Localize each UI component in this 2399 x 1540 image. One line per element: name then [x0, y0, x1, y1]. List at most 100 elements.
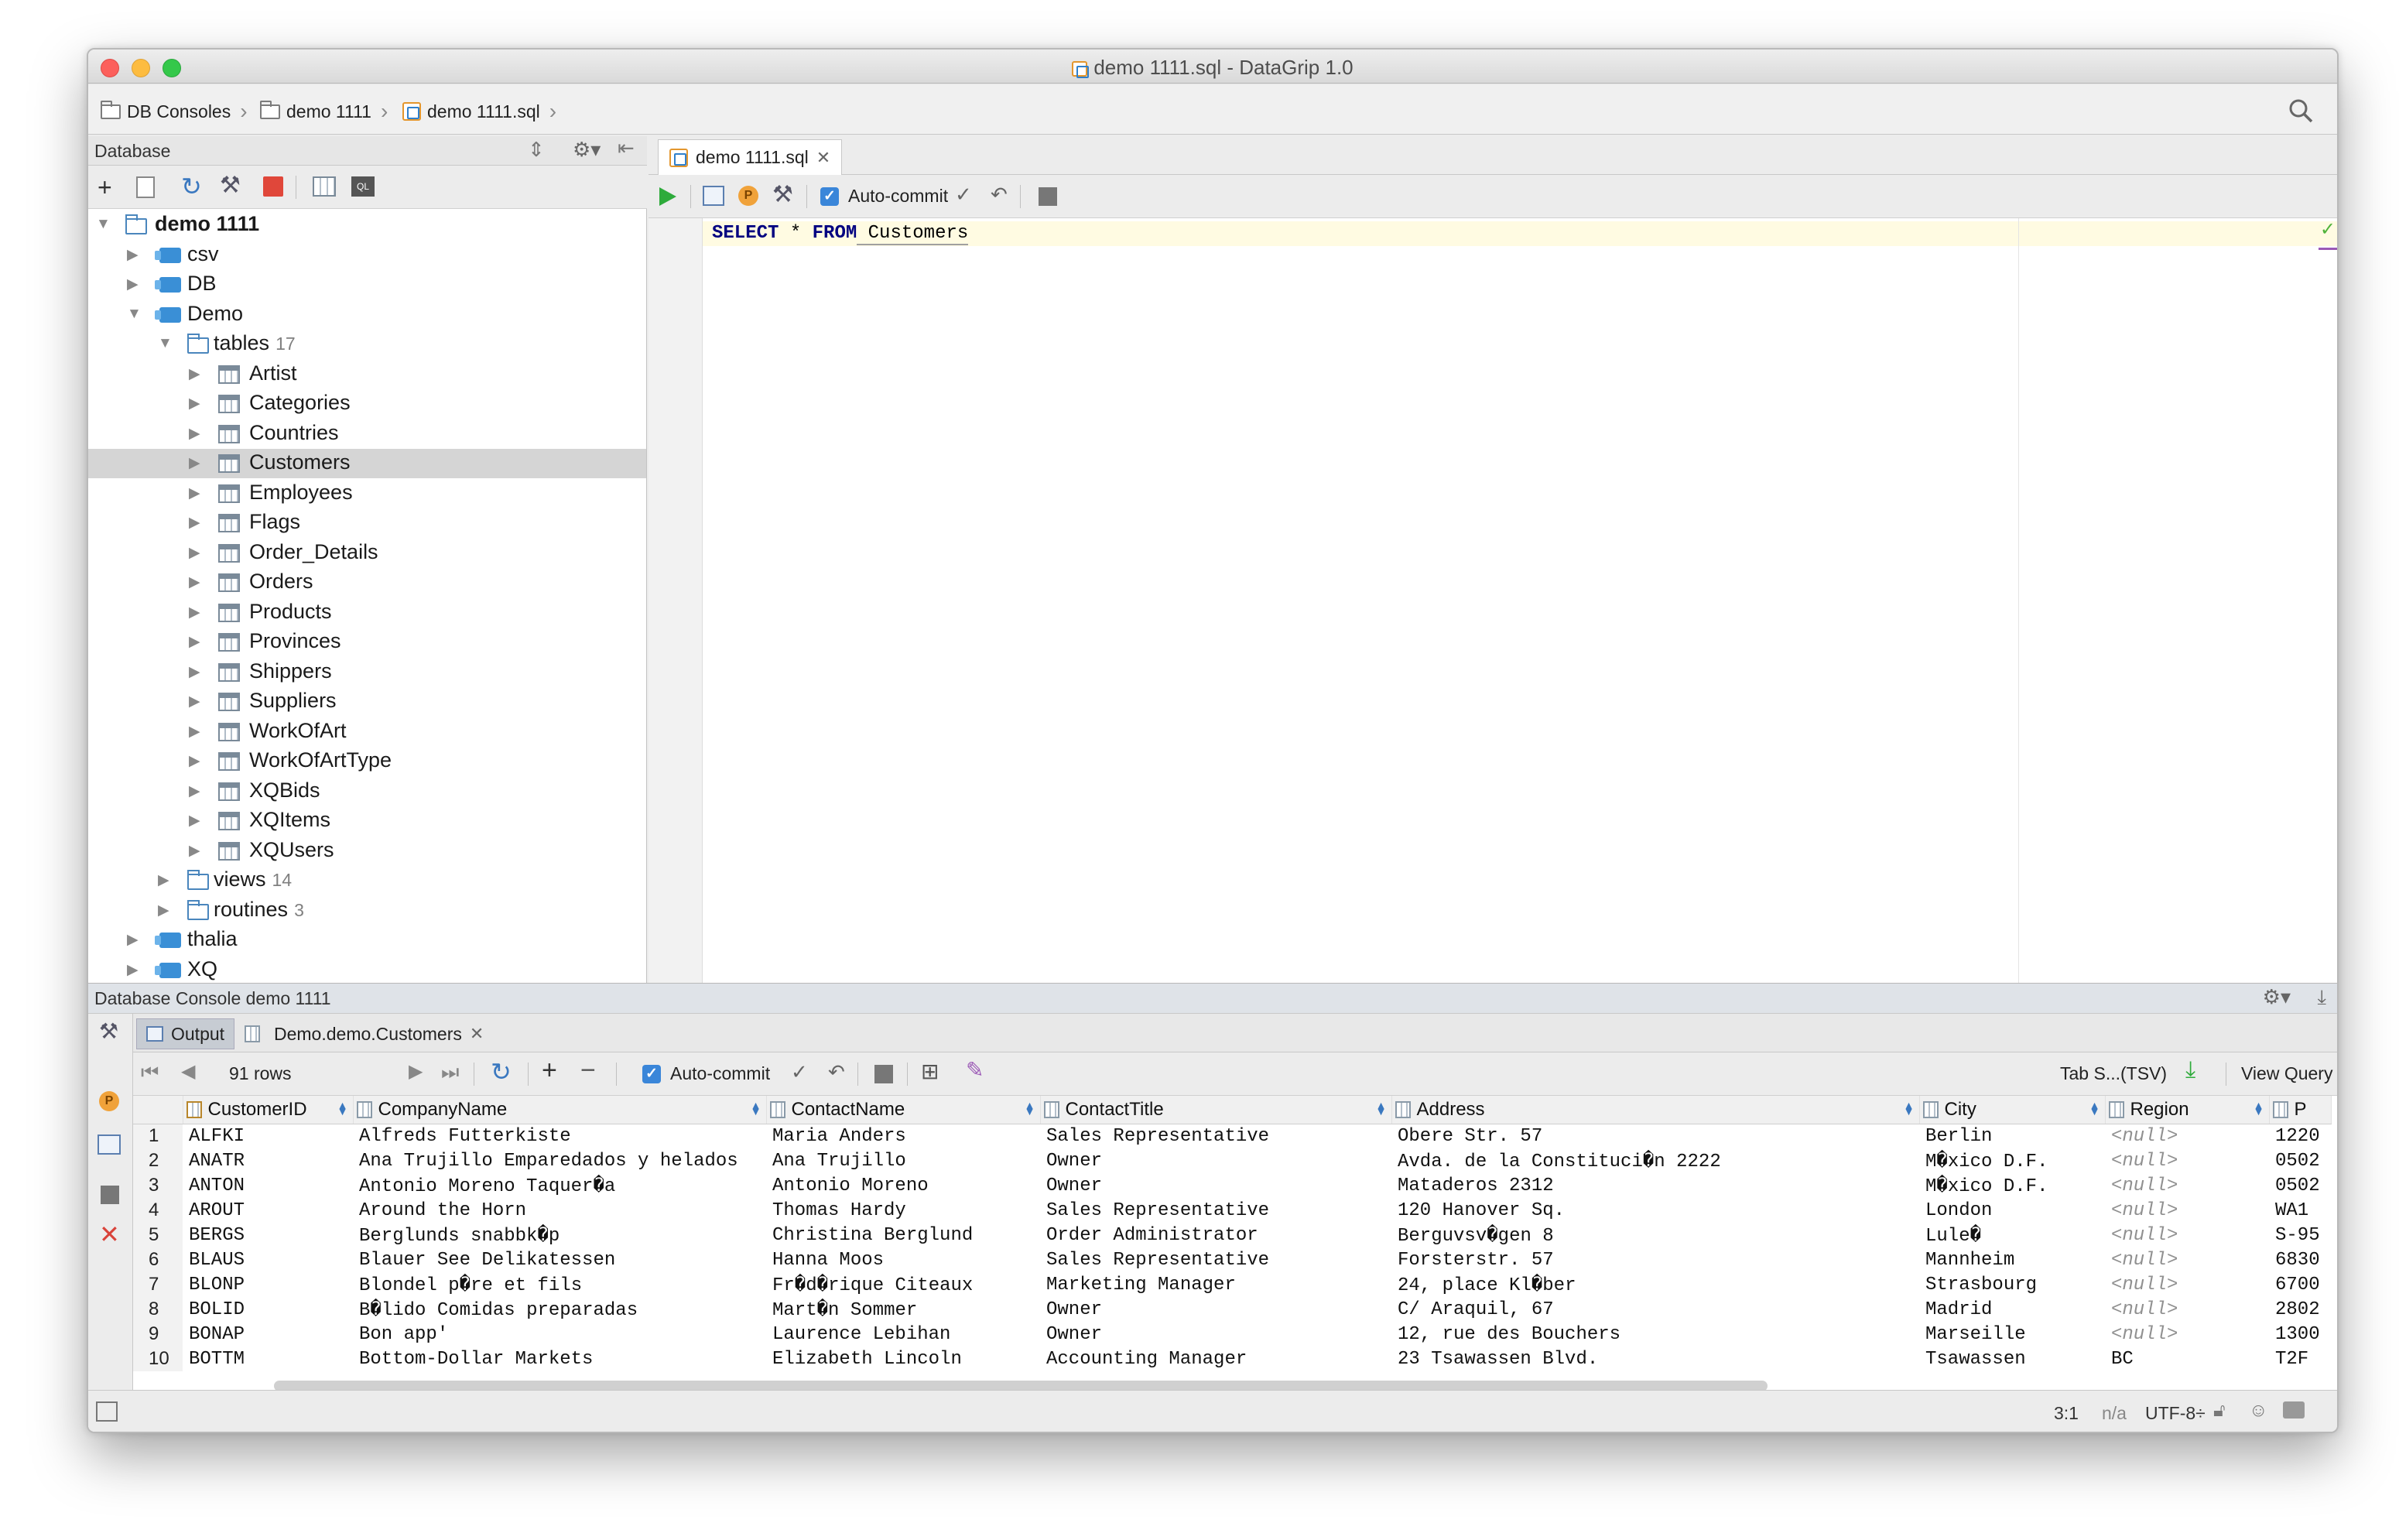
- stop-icon[interactable]: [101, 1186, 119, 1204]
- collapsed-arrow-icon[interactable]: ▶: [189, 514, 200, 532]
- collapsed-arrow-icon[interactable]: ▶: [127, 931, 139, 949]
- table-cell[interactable]: WA1: [2269, 1198, 2331, 1223]
- table-cell[interactable]: Accounting Manager: [1040, 1347, 1391, 1371]
- collapsed-arrow-icon[interactable]: ▶: [189, 604, 200, 621]
- tree-node-demo-1111[interactable]: ▼ demo 1111: [88, 210, 646, 240]
- tab-customers-result[interactable]: Demo.demo.Customers ✕: [235, 1018, 493, 1049]
- settings-gear-icon[interactable]: ⚙▾: [573, 138, 601, 162]
- table-cell[interactable]: C/ Araquil, 67: [1391, 1297, 1919, 1322]
- collapsed-arrow-icon[interactable]: ▶: [189, 395, 200, 412]
- table-cell[interactable]: 0502: [2269, 1148, 2331, 1173]
- tree-node-table-xqusers[interactable]: ▶ XQUsers: [88, 837, 646, 866]
- table-cell[interactable]: <null>: [2105, 1198, 2269, 1223]
- table-editor-icon[interactable]: [313, 176, 336, 197]
- table-cell[interactable]: <null>: [2105, 1124, 2269, 1148]
- inspector-icon[interactable]: ☺︎: [2249, 1400, 2268, 1422]
- view-query-button[interactable]: View Query: [2241, 1063, 2332, 1084]
- tree-node-table-customers[interactable]: ▶ Customers: [88, 449, 646, 478]
- tree-node-table-employees[interactable]: ▶ Employees: [88, 479, 646, 508]
- table-cell[interactable]: AROUT: [183, 1198, 353, 1223]
- collapsed-arrow-icon[interactable]: ▶: [127, 961, 139, 979]
- table-cell[interactable]: <null>: [2105, 1297, 2269, 1322]
- tree-node-table-xqbids[interactable]: ▶ XQBids: [88, 777, 646, 806]
- column-header-companyname[interactable]: CompanyName ▲ ▼: [353, 1096, 767, 1124]
- table-cell[interactable]: Around the Horn: [353, 1198, 766, 1223]
- lock-icon[interactable]: ⊞: [921, 1059, 939, 1084]
- auto-commit-checkbox[interactable]: ✓: [642, 1065, 661, 1083]
- download-icon[interactable]: ⤓: [2185, 1057, 2195, 1083]
- tree-node-views[interactable]: ▶ views 14: [88, 866, 646, 895]
- table-cell[interactable]: BERGS: [183, 1223, 353, 1247]
- table-cell[interactable]: <null>: [2105, 1148, 2269, 1173]
- console-settings-gear-icon[interactable]: ⚙▾: [2263, 985, 2291, 1009]
- tree-node-table-categories[interactable]: ▶ Categories: [88, 389, 646, 419]
- breadcrumb-demo-1111[interactable]: demo 1111 ›: [260, 99, 388, 124]
- refresh-icon[interactable]: ↻: [491, 1057, 512, 1087]
- collapsed-arrow-icon[interactable]: ▶: [189, 663, 200, 681]
- collapsed-arrow-icon[interactable]: ▶: [189, 782, 200, 800]
- table-cell[interactable]: Sales Representative: [1040, 1124, 1391, 1148]
- table-cell[interactable]: Laurence Lebihan: [766, 1322, 1040, 1347]
- caret-position[interactable]: 3:1: [2054, 1403, 2079, 1424]
- tree-node-table-suppliers[interactable]: ▶ Suppliers: [88, 687, 646, 717]
- table-cell[interactable]: Sales Representative: [1040, 1198, 1391, 1223]
- table-cell[interactable]: ANTON: [183, 1173, 353, 1198]
- column-header-p[interactable]: P: [2269, 1096, 2332, 1124]
- collapsed-arrow-icon[interactable]: ▶: [189, 454, 200, 472]
- collapsed-arrow-icon[interactable]: ▶: [127, 275, 139, 293]
- tree-node-thalia[interactable]: ▶ thalia: [88, 926, 646, 955]
- refresh-icon[interactable]: ↻: [181, 172, 202, 201]
- collapsed-arrow-icon[interactable]: ▶: [189, 365, 200, 383]
- table-cell[interactable]: 24, place Kl�ber: [1391, 1272, 1919, 1297]
- table-cell[interactable]: Obere Str. 57: [1391, 1124, 1919, 1148]
- table-cell[interactable]: Mannheim: [1919, 1247, 2105, 1272]
- table-row[interactable]: 6 BLAUS Blauer See Delikatessen Hanna Moos S…: [133, 1247, 2331, 1272]
- table-cell[interactable]: 1300: [2269, 1322, 2331, 1347]
- table-cell[interactable]: Antonio Moreno: [766, 1173, 1040, 1198]
- expanded-arrow-icon[interactable]: ▼: [158, 335, 173, 352]
- collapsed-arrow-icon[interactable]: ▶: [189, 842, 200, 860]
- table-cell[interactable]: Maria Anders: [766, 1124, 1040, 1148]
- tree-node-table-orders[interactable]: ▶ Orders: [88, 568, 646, 597]
- collapsed-arrow-icon[interactable]: ▶: [189, 752, 200, 770]
- settings-icon[interactable]: ⚒: [99, 1018, 118, 1044]
- console-icon[interactable]: QL: [351, 176, 375, 197]
- table-cell[interactable]: Blondel p�re et fils: [353, 1272, 766, 1297]
- table-cell[interactable]: BLONP: [183, 1272, 353, 1297]
- table-cell[interactable]: B�lido Comidas preparadas: [353, 1297, 766, 1322]
- table-row[interactable]: 2 ANATR Ana Trujillo Emparedados y helados…: [133, 1148, 2331, 1173]
- parameters-icon[interactable]: P: [99, 1091, 119, 1111]
- delete-row-icon[interactable]: −: [580, 1056, 596, 1086]
- settings-icon[interactable]: ⚒: [772, 181, 793, 208]
- collapsed-arrow-icon[interactable]: ▶: [189, 425, 200, 443]
- sort-icon[interactable]: ▲ ▼: [751, 1100, 761, 1117]
- collapsed-arrow-icon[interactable]: ▶: [189, 484, 200, 502]
- previous-page-icon[interactable]: ◀: [181, 1060, 195, 1083]
- table-cell[interactable]: <null>: [2105, 1272, 2269, 1297]
- breadcrumb-sql-file[interactable]: demo 1111.sql ›: [402, 99, 556, 124]
- table-cell[interactable]: BOLID: [183, 1297, 353, 1322]
- tree-node-xq[interactable]: ▶ XQ: [88, 956, 646, 984]
- collapsed-arrow-icon[interactable]: ▶: [189, 693, 200, 710]
- sql-editor[interactable]: SELECT * FROM Customers ✓: [703, 218, 2337, 983]
- layout-icon[interactable]: [98, 1134, 121, 1155]
- column-header-city[interactable]: City ▲ ▼: [1919, 1096, 2106, 1124]
- table-cell[interactable]: Alfreds Futterkiste: [353, 1124, 766, 1148]
- table-cell[interactable]: M�xico D.F.: [1919, 1173, 2105, 1198]
- table-cell[interactable]: BC: [2105, 1347, 2269, 1371]
- table-cell[interactable]: T2F: [2269, 1347, 2331, 1371]
- table-cell[interactable]: Elizabeth Lincoln: [766, 1347, 1040, 1371]
- table-cell[interactable]: Ana Trujillo: [766, 1148, 1040, 1173]
- table-cell[interactable]: ANATR: [183, 1148, 353, 1173]
- table-cell[interactable]: Owner: [1040, 1148, 1391, 1173]
- column-header-region[interactable]: Region ▲ ▼: [2105, 1096, 2270, 1124]
- table-cell[interactable]: Order Administrator: [1040, 1223, 1391, 1247]
- copy-icon[interactable]: [136, 176, 155, 198]
- table-cell[interactable]: Strasbourg: [1919, 1272, 2105, 1297]
- table-cell[interactable]: Thomas Hardy: [766, 1198, 1040, 1223]
- expanded-arrow-icon[interactable]: ▼: [127, 306, 142, 323]
- tree-node-table-workofarttype[interactable]: ▶ WorkOfArtType: [88, 747, 646, 776]
- hide-console-icon[interactable]: ⤓: [2318, 985, 2327, 1010]
- table-cell[interactable]: <null>: [2105, 1223, 2269, 1247]
- table-cell[interactable]: Fr�d�rique Citeaux: [766, 1272, 1040, 1297]
